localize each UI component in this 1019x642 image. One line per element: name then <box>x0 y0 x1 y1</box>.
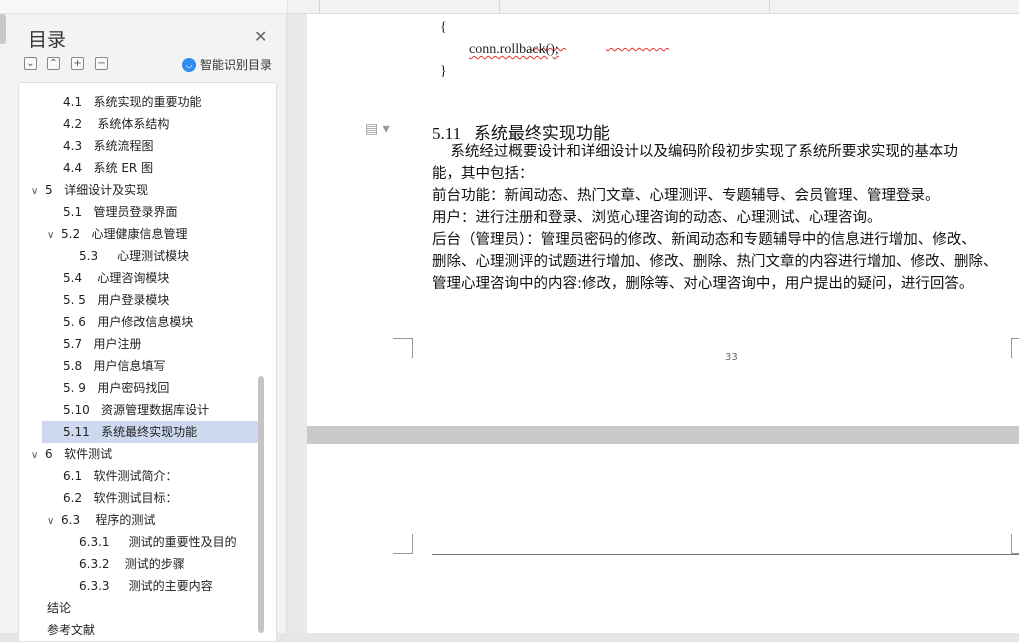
outline-item-label: 5.7 用户注册 <box>63 337 142 351</box>
page-number: 33 <box>725 352 738 363</box>
ai-icon: ◡ <box>182 57 196 72</box>
outline-item[interactable]: 5.4 心理咨询模块 <box>63 267 169 289</box>
outline-item-label: 5. 6 用户修改信息模块 <box>63 315 194 329</box>
header-rule <box>432 554 1019 555</box>
outline-item[interactable]: 参考文献 <box>47 619 95 641</box>
outline-item[interactable]: ∨ 6.3 程序的测试 <box>47 509 155 531</box>
outline-item-label: 参考文献 <box>47 623 96 637</box>
chevron-down-icon[interactable]: ∨ <box>47 225 61 247</box>
outline-item[interactable]: 4.3 系统流程图 <box>63 135 154 157</box>
outline-item-label: 6.3.2 测试的步骤 <box>79 557 185 571</box>
paragraph-line: 管理心理咨询中的内容:修改，删除等、对心理咨询中，用户提出的疑问，进行回答。 <box>432 276 974 292</box>
outline-item[interactable]: 5.8 用户信息填写 <box>63 355 166 377</box>
document-page[interactable]: { conn.rollback(); } ▤ ▾ 5.11 系统最终实现功能 系… <box>307 14 1019 426</box>
outline-list: 4.1 系统实现的重要功能 4.2 系统体系结构 4.3 系统流程图 4.4 系统 E… <box>18 82 277 642</box>
paragraph-line: 用户：进行注册和登录、浏览心理咨询的动态、心理测试、心理咨询。 <box>432 210 882 226</box>
outline-item-label: 4.2 系统体系结构 <box>63 117 170 131</box>
chevron-down-icon[interactable]: ∨ <box>31 445 45 467</box>
document-page[interactable] <box>307 444 1019 633</box>
margin-corner-mark <box>1011 534 1019 554</box>
margin-corner-mark <box>393 534 413 554</box>
outline-item-label: 6.1 软件测试简介： <box>63 469 178 483</box>
outline-scroll-thumb[interactable] <box>258 376 264 633</box>
outline-item-label: 6.2 软件测试目标： <box>63 491 178 505</box>
outline-item[interactable]: 6.3.1 测试的重要性及目的 <box>79 531 237 553</box>
code-line: { <box>440 20 447 35</box>
outline-item-label: 5.2 心理健康信息管理 <box>61 227 188 241</box>
paragraph-line: 删除、心理测评的试题进行增加、修改、删除、热门文章的内容进行增加、修改、删除、 <box>432 254 998 270</box>
outline-item[interactable]: 6.3.2 测试的步骤 <box>79 553 185 575</box>
outline-item[interactable]: 4.1 系统实现的重要功能 <box>63 91 202 113</box>
outline-item-label: 5. 9 用户密码找回 <box>63 381 170 395</box>
outline-item-label: 5. 5 用户登录模块 <box>63 293 170 307</box>
document-top-strip <box>288 0 1019 14</box>
add-level-icon[interactable]: + <box>71 57 84 70</box>
outline-item-label: 6.3.3 测试的主要内容 <box>79 579 213 593</box>
outline-item-label: 5.3 心理测试模块 <box>79 249 190 263</box>
outline-item-label: 5.11 系统最终实现功能 <box>63 425 198 439</box>
code-line: conn.rollback(); <box>469 42 559 57</box>
outline-item[interactable]: 5. 9 用户密码找回 <box>63 377 169 399</box>
smart-recognize-button[interactable]: ◡ 智能识别目录 <box>182 56 272 73</box>
outline-item[interactable]: ∨ 6 软件测试 <box>31 443 112 465</box>
outline-item[interactable]: 6.2 软件测试目标： <box>63 487 178 509</box>
outline-item[interactable]: 6.1 软件测试简介： <box>63 465 178 487</box>
paragraph-line: 能，其中包括： <box>432 166 534 182</box>
outline-item[interactable]: 5.10 资源管理数据库设计 <box>63 399 209 421</box>
outline-item-label: 6.3 程序的测试 <box>61 513 156 527</box>
page-separator <box>307 426 1019 444</box>
outline-panel: 目录 ✕ ⌄ ⌃ + − ◡ 智能识别目录 4.1 系统实现的重要功能 4.2 系… <box>0 0 287 642</box>
chevron-down-icon[interactable]: ∨ <box>47 511 61 533</box>
paragraph-line: 系统经过概要设计和详细设计以及编码阶段初步实现了系统所要求实现的基本功 <box>432 144 958 160</box>
chevron-down-icon[interactable]: ∨ <box>31 181 45 203</box>
outline-item[interactable]: 5.7 用户注册 <box>63 333 142 355</box>
outline-item-label: 5.1 管理员登录界面 <box>63 205 178 219</box>
outline-item-label: 6.3.1 测试的重要性及目的 <box>79 535 237 549</box>
outline-title: 目录 <box>28 29 67 51</box>
paragraph-menu-icon[interactable]: ▤ ▾ <box>365 121 390 137</box>
code-line: } <box>440 64 447 79</box>
outline-item-label: 5.10 资源管理数据库设计 <box>63 403 210 417</box>
close-icon[interactable]: ✕ <box>254 27 267 46</box>
outline-item[interactable]: 5.1 管理员登录界面 <box>63 201 178 223</box>
outline-item-label: 结论 <box>47 601 72 615</box>
expand-all-icon[interactable]: ⌄ <box>24 57 37 70</box>
outline-item[interactable]: 结论 <box>47 597 71 619</box>
smart-recognize-label: 智能识别目录 <box>200 58 273 72</box>
outline-item[interactable]: 5.3 心理测试模块 <box>79 245 189 267</box>
outline-item[interactable]: 4.2 系统体系结构 <box>63 113 169 135</box>
outline-item[interactable]: ∨ 5 详细设计及实现 <box>31 179 148 201</box>
margin-corner-mark <box>393 338 413 358</box>
outline-item-label: 4.4 系统 ER 图 <box>63 161 154 175</box>
outline-item-label: 4.3 系统流程图 <box>63 139 154 153</box>
outline-item[interactable]: 4.4 系统 ER 图 <box>63 157 153 179</box>
outline-item[interactable]: 5. 6 用户修改信息模块 <box>63 311 193 333</box>
remove-level-icon[interactable]: − <box>95 57 108 70</box>
outline-item[interactable]: ∨ 5.2 心理健康信息管理 <box>47 223 188 245</box>
outline-item[interactable]: 5. 5 用户登录模块 <box>63 289 169 311</box>
panel-top-bar <box>0 0 287 14</box>
paragraph-line: 前台功能：新闻动态、热门文章、心理测评、专题辅导、会员管理、管理登录。 <box>432 188 940 204</box>
paragraph-line: 后台（管理员）：管理员密码的修改、新闻动态和专题辅导中的信息进行增加、修改、 <box>432 232 976 248</box>
outline-item[interactable]: 6.3.3 测试的主要内容 <box>79 575 213 597</box>
outline-item-label: 5.4 心理咨询模块 <box>63 271 170 285</box>
outline-item-label: 5.8 用户信息填写 <box>63 359 166 373</box>
outline-item-label: 5 详细设计及实现 <box>45 183 149 197</box>
document-area: { conn.rollback(); } ▤ ▾ 5.11 系统最终实现功能 系… <box>288 0 1019 633</box>
panel-collapse-handle[interactable] <box>0 14 6 44</box>
margin-corner-mark <box>1011 338 1019 358</box>
outline-item-label: 6 软件测试 <box>45 447 113 461</box>
collapse-all-icon[interactable]: ⌃ <box>47 57 60 70</box>
outline-item[interactable]: 5.11 系统最终实现功能 <box>42 421 258 443</box>
outline-item-label: 4.1 系统实现的重要功能 <box>63 95 202 109</box>
